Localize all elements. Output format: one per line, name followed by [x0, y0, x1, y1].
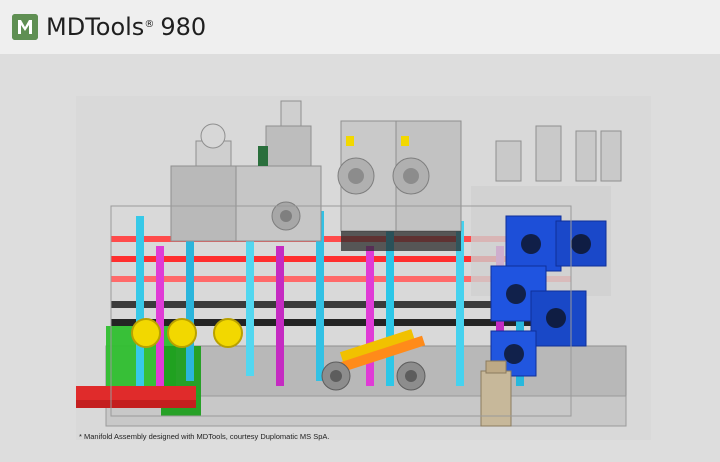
app-name: MDTools [46, 13, 145, 41]
app-version: 980 [160, 13, 207, 41]
image-caption: * Manifold Assembly designed with MDTool… [79, 432, 330, 441]
app-header: MDTools ® 980 [0, 0, 720, 54]
manifold-assembly-image [76, 96, 651, 440]
registered-mark: ® [144, 19, 155, 30]
mdtools-logo-icon [12, 14, 38, 40]
app-title: MDTools ® 980 [46, 13, 206, 41]
